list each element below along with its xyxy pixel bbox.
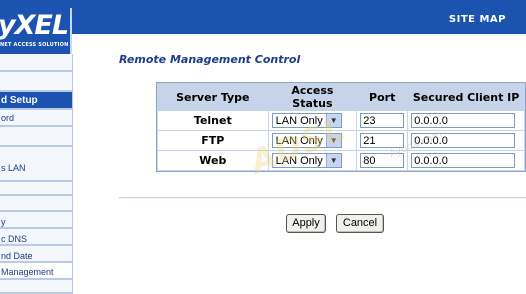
sidebar-item-1[interactable] (0, 54, 72, 72)
telnet-port-input[interactable]: 23 (360, 113, 405, 128)
divider (119, 197, 526, 199)
server-type-cell: Telnet (158, 111, 268, 130)
sidebar-item-time-and-date[interactable]: nd Date (0, 246, 72, 263)
sidebar-item-advanced-setup[interactable]: d Setup (0, 92, 72, 110)
top-banner: SITE MAP (0, 0, 526, 34)
page-title: Remote Management Control (119, 53, 301, 66)
logo-subtext: NET ACCESS SOLUTION (0, 42, 69, 48)
site-map-link[interactable]: SITE MAP (449, 14, 506, 25)
sidebar-item-2[interactable] (0, 72, 72, 92)
sidebar-item-security[interactable]: y (0, 212, 72, 229)
telnet-ip-input[interactable]: 0.0.0.0 (411, 113, 516, 128)
table-row: Web LAN Only ▼ 80 0.0.0.0 (158, 151, 524, 170)
header-port: Port (357, 84, 408, 110)
ip-cell: 0.0.0.0 (408, 151, 524, 170)
sidebar-item-password[interactable]: ord (0, 110, 72, 127)
cancel-button[interactable]: Cancel (336, 214, 384, 233)
header-secured-client-ip: Secured Client IP (408, 84, 524, 110)
sidebar-item-wireless-lan[interactable]: s LAN (0, 147, 72, 182)
port-cell: 23 (357, 111, 408, 130)
zyxel-logo: yXEL NET ACCESS SOLUTION (0, 8, 72, 54)
sidebar-item-blank-3[interactable] (0, 196, 72, 212)
sidebar-item-remote-management[interactable]: Management (0, 263, 72, 280)
web-ip-input[interactable]: 0.0.0.0 (411, 153, 516, 168)
header-access-status: Access Status (268, 84, 357, 110)
sidebar-item-blank-4[interactable] (0, 280, 72, 294)
sidebar-item-dynamic-dns[interactable]: c DNS (0, 229, 72, 246)
apply-button[interactable]: Apply (286, 214, 326, 233)
logo-text: yXEL (0, 10, 69, 41)
table-header-row: Server Type Access Status Port Secured C… (158, 84, 524, 110)
sidebar: d Setup ord s LAN y c DNS nd Date Manage… (0, 54, 73, 294)
header-server-type: Server Type (158, 84, 268, 110)
ip-cell: 0.0.0.0 (408, 111, 524, 130)
chevron-down-icon[interactable]: ▼ (325, 154, 341, 167)
sidebar-item-blank-1[interactable] (0, 127, 72, 147)
sidebar-item-blank-2[interactable] (0, 182, 72, 196)
